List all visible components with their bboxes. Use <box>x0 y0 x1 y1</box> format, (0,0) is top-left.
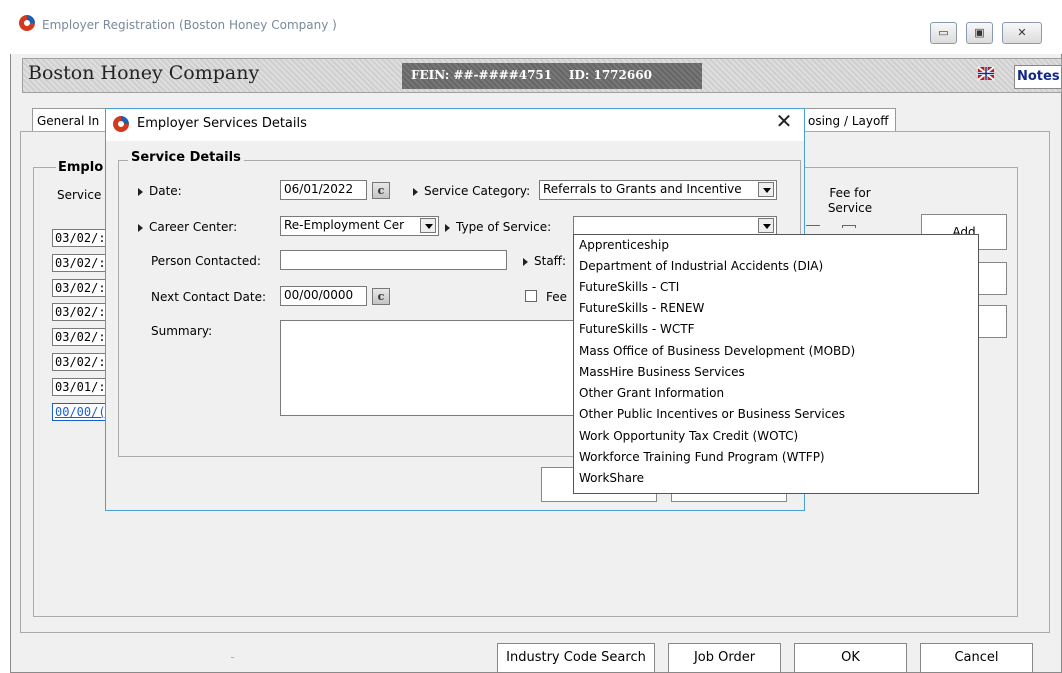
staff-label: Staff: <box>523 254 566 268</box>
dropdown-option[interactable]: Apprenticeship <box>579 238 669 252</box>
arrow-icon <box>523 257 528 266</box>
notes-button[interactable]: Notes <box>1014 65 1062 89</box>
dialog-app-icon <box>112 115 130 133</box>
service-category-label: Service Category: <box>413 184 530 198</box>
career-center-label: Career Center: <box>138 220 237 234</box>
maximize-button[interactable]: ▣ <box>966 22 993 44</box>
fein-id-text: FEIN: ##-####4751 ID: 1772660 <box>411 68 652 82</box>
table-row[interactable]: 03/02/: <box>52 254 112 272</box>
dropdown-option[interactable]: FutureSkills - RENEW <box>579 301 704 315</box>
dropdown-option[interactable]: Mass Office of Business Development (MOB… <box>579 344 855 358</box>
dropdown-option[interactable]: Workforce Training Fund Program (WTFP) <box>579 450 825 464</box>
type-of-service-label-text: Type of Service: <box>456 220 552 234</box>
tab-general-info[interactable]: General In <box>32 108 110 132</box>
dialog-title: Employer Services Details <box>137 116 307 131</box>
chevron-down-icon[interactable] <box>420 218 436 233</box>
job-order-button[interactable]: Job Order <box>668 643 781 673</box>
company-name: Boston Honey Company <box>28 62 260 84</box>
service-category-label-text: Service Category: <box>424 184 531 198</box>
summary-textarea[interactable] <box>280 320 580 416</box>
service-column-header: Service <box>57 188 102 202</box>
type-of-service-dropdown-list: Apprenticeship Department of Industrial … <box>573 234 979 494</box>
dropdown-option[interactable]: Department of Industrial Accidents (DIA) <box>579 259 823 273</box>
service-details-title: Service Details <box>128 150 244 165</box>
table-row[interactable]: 03/02/: <box>52 279 112 297</box>
table-row[interactable]: 03/02/: <box>52 328 112 346</box>
summary-label: Summary: <box>151 324 213 338</box>
dropdown-option[interactable]: WorkShare <box>579 471 644 485</box>
dropdown-option[interactable]: Work Opportunity Tax Credit (WOTC) <box>579 429 798 443</box>
fee-checkbox-edge <box>842 225 856 228</box>
date-label-text: Date: <box>149 184 182 198</box>
date-field[interactable]: 06/01/2022 <box>280 180 367 200</box>
person-contacted-input[interactable] <box>280 250 507 270</box>
service-category-select[interactable]: Referrals to Grants and Incentive <box>539 180 777 200</box>
checkbox-edge <box>806 225 820 228</box>
employer-group-title: Emplo <box>56 160 106 175</box>
fee-label: Fee <box>546 290 568 304</box>
next-contact-date-field[interactable]: 00/00/0000 <box>280 286 367 306</box>
type-of-service-label: Type of Service: <box>445 220 551 234</box>
table-row[interactable]: 03/02/: <box>52 303 112 321</box>
table-row-selected[interactable]: 00/00/( <box>52 403 112 421</box>
window-title: Employer Registration (Boston Honey Comp… <box>42 18 337 32</box>
app-logo-icon <box>18 14 36 32</box>
type-of-service-select[interactable] <box>573 216 777 236</box>
ok-button[interactable]: OK <box>794 643 907 673</box>
tab-closing-layoff[interactable]: osing / Layoff <box>803 108 896 132</box>
industry-code-search-button[interactable]: Industry Code Search <box>497 643 655 673</box>
dropdown-option[interactable]: Other Public Incentives or Business Serv… <box>579 407 845 421</box>
close-icon[interactable]: ✕ <box>772 110 796 134</box>
chevron-down-icon[interactable] <box>758 218 774 233</box>
cancel-button[interactable]: Cancel <box>920 643 1033 673</box>
dropdown-option[interactable]: MassHire Business Services <box>579 365 745 379</box>
minimize-button[interactable]: ▭ <box>930 22 957 44</box>
fee-for-service-header: Fee for Service <box>827 186 873 215</box>
arrow-icon <box>138 223 143 232</box>
flag-icon[interactable] <box>977 66 995 82</box>
table-row[interactable]: 03/02/: <box>52 353 112 371</box>
status-dot <box>231 657 234 658</box>
next-contact-label: Next Contact Date: <box>151 290 266 304</box>
career-center-select[interactable]: Re-Employment Cer <box>280 216 439 236</box>
table-row[interactable]: 03/02/: <box>52 229 112 247</box>
close-button[interactable]: ✕ <box>1002 22 1042 44</box>
calendar-icon[interactable]: c <box>372 182 390 199</box>
dropdown-option[interactable]: Other Grant Information <box>579 386 724 400</box>
date-label: Date: <box>138 184 182 198</box>
table-row[interactable]: 03/01/: <box>52 378 112 396</box>
calendar-icon[interactable]: c <box>372 288 390 305</box>
arrow-icon <box>413 187 418 196</box>
dropdown-option[interactable]: FutureSkills - WCTF <box>579 322 694 336</box>
chevron-down-icon[interactable] <box>758 182 774 197</box>
fee-checkbox[interactable] <box>525 290 537 302</box>
career-center-label-text: Career Center: <box>149 220 238 234</box>
dropdown-option[interactable]: FutureSkills - CTI <box>579 280 679 294</box>
staff-label-text: Staff: <box>534 254 566 268</box>
person-contacted-label: Person Contacted: <box>151 254 261 268</box>
arrow-icon <box>445 223 450 232</box>
arrow-icon <box>138 187 143 196</box>
